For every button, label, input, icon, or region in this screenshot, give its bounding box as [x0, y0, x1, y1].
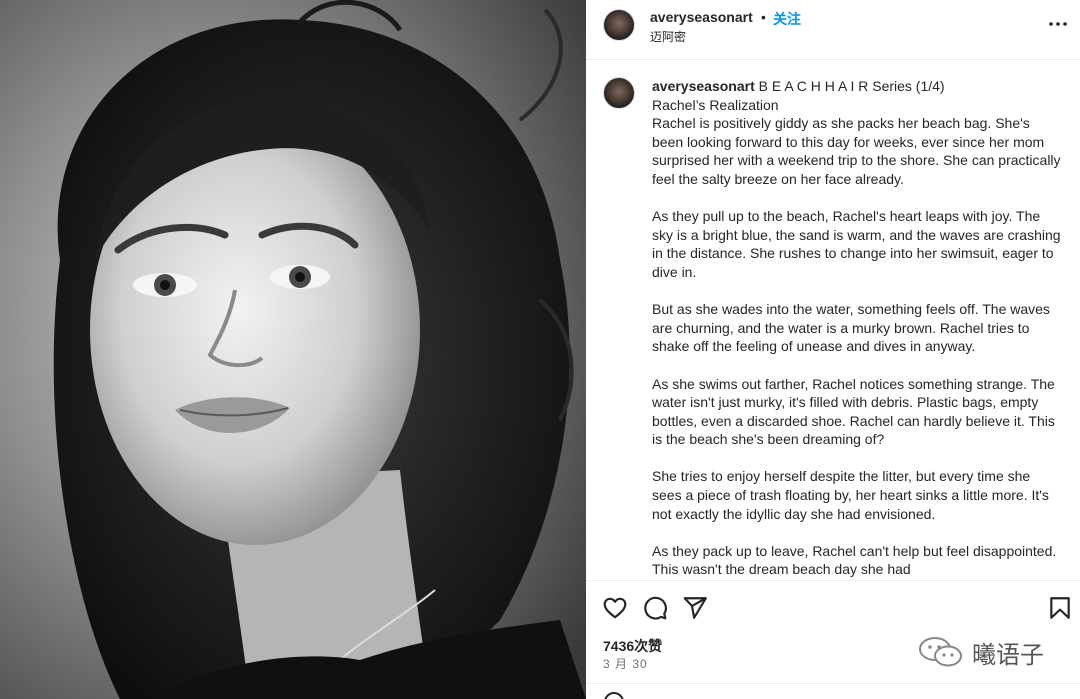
caption-paragraph: As they pull up to the beach, Rachel's h… — [652, 208, 1065, 280]
post-date: 3 月 30 — [603, 657, 648, 671]
caption-paragraph: She tries to enjoy herself despite the l… — [652, 468, 1053, 522]
post-photo[interactable] — [0, 0, 586, 699]
emoji-icon[interactable] — [604, 692, 624, 699]
post-detail-panel: averyseasonart • 关注 迈阿密 averyseasonart B… — [586, 0, 1080, 699]
follow-button[interactable]: 关注 — [773, 9, 801, 29]
divider — [586, 683, 1080, 684]
caption-intro: B E A C H H A I R Series (1/4) Rachel’s … — [652, 78, 1061, 187]
heart-icon[interactable] — [602, 595, 628, 621]
caption-scroll-area[interactable]: averyseasonart B E A C H H A I R Series … — [586, 61, 1080, 581]
share-icon[interactable] — [682, 595, 708, 621]
caption-text: averyseasonart B E A C H H A I R Series … — [652, 77, 1065, 580]
portrait-image — [0, 0, 586, 699]
caption-paragraph: As she swims out farther, Rachel notices… — [652, 375, 1059, 448]
separator-dot: • — [761, 9, 766, 25]
comment-icon[interactable] — [642, 595, 668, 621]
like-count[interactable]: 7436次赞 — [603, 636, 662, 656]
username-link[interactable]: averyseasonart — [650, 9, 753, 25]
caption-first-paragraph: averyseasonart B E A C H H A I R Series … — [652, 77, 1062, 189]
caption-paragraph: As they pack up to leave, Rachel can't h… — [652, 542, 1060, 578]
watermark: 曦语子 — [916, 634, 1044, 670]
location-link[interactable]: 迈阿密 — [650, 28, 686, 45]
caption-avatar[interactable] — [603, 77, 635, 109]
post-header: averyseasonart • 关注 迈阿密 — [586, 0, 1080, 60]
avatar[interactable] — [603, 9, 635, 41]
caption-paragraph: But as she wades into the water, somethi… — [652, 301, 1054, 355]
bookmark-icon[interactable] — [1047, 595, 1073, 621]
watermark-text: 曦语子 — [972, 640, 1044, 669]
action-bar — [586, 582, 1080, 632]
more-horizontal-icon[interactable] — [1046, 12, 1070, 36]
wechat-icon — [919, 637, 962, 667]
caption-username[interactable]: averyseasonart — [652, 78, 755, 94]
